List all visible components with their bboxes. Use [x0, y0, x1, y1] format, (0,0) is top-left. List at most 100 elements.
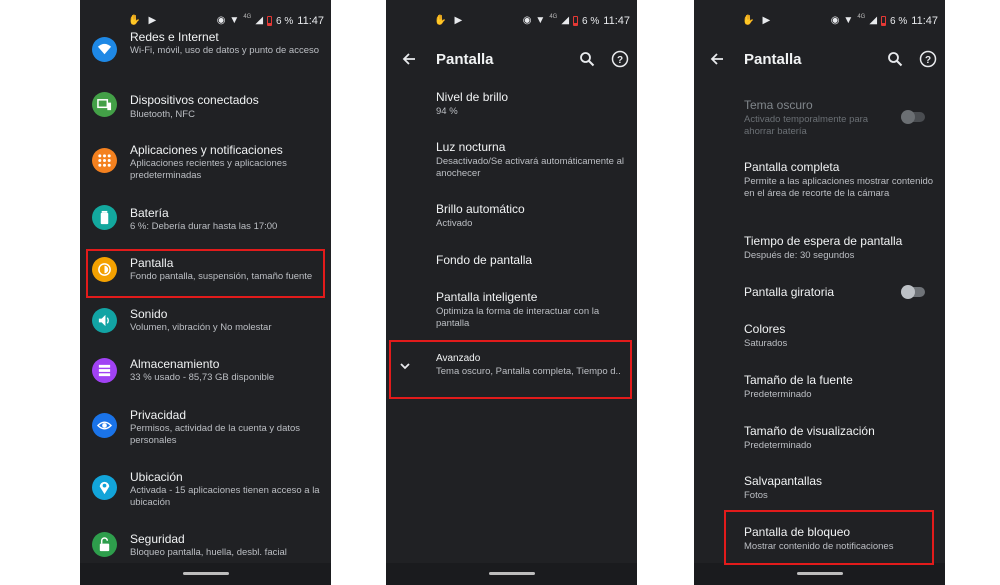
volume-icon: [92, 308, 117, 333]
display-item-title: Luz nocturna: [436, 140, 506, 154]
signal-icon: ◢: [561, 15, 570, 26]
display-item-dark-theme[interactable]: Tema oscuro Activado temporalmente para …: [694, 92, 945, 144]
settings-item-sound[interactable]: Sonido Volumen, vibración y No molestar: [80, 302, 331, 346]
battery-percent: 6 %: [582, 15, 600, 27]
settings-item-title: Ubicación: [130, 470, 183, 484]
settings-item-location[interactable]: Ubicación Activada - 15 aplicaciones tie…: [80, 464, 331, 516]
display-item-screen-timeout[interactable]: Tiempo de espera de pantalla Después de:…: [694, 228, 945, 272]
wifi-status-icon: ▼: [535, 15, 546, 26]
display-item-auto-brightness[interactable]: Brillo automático Activado: [386, 196, 637, 240]
help-icon[interactable]: ?: [917, 48, 939, 70]
dark-theme-toggle[interactable]: [901, 110, 925, 124]
page-title: Pantalla: [744, 51, 802, 68]
network-type: 4G: [549, 14, 558, 20]
settings-item-connected-devices[interactable]: Dispositivos conectados Bluetooth, NFC: [80, 86, 331, 132]
battery-percent: 6 %: [890, 15, 908, 27]
display-item-subtitle: Predeterminado: [744, 389, 812, 400]
display-item-title: Pantalla giratoria: [744, 285, 835, 299]
settings-item-title: Aplicaciones y notificaciones: [130, 143, 283, 157]
status-bar: ✋ ▶ ◉ ▼ 4G ◢ 6 % 11:47: [694, 0, 945, 42]
storage-icon: [92, 358, 117, 383]
settings-item-subtitle: Bloqueo pantalla, huella, desbl. facial: [130, 547, 287, 558]
signal-icon: ◢: [255, 15, 264, 26]
highlight-box-display: [86, 249, 325, 298]
eye-status-icon: ◉: [522, 15, 532, 26]
settings-item-title: Dispositivos conectados: [130, 93, 259, 107]
display-item-title: Salvapantallas: [744, 474, 823, 488]
highlight-box-advanced: [389, 340, 632, 399]
display-item-subtitle: Saturados: [744, 338, 788, 349]
display-item-screen-saver[interactable]: Salvapantallas Fotos: [694, 467, 945, 511]
battery-status-icon: [267, 16, 273, 26]
display-item-display-size[interactable]: Tamaño de visualización Predeterminado: [694, 417, 945, 461]
help-icon[interactable]: ?: [609, 48, 631, 70]
eye-icon: [92, 413, 117, 438]
settings-item-subtitle: Aplicaciones recientes y aplicaciones pr…: [130, 158, 287, 181]
navigation-bar: [80, 563, 331, 585]
back-arrow-icon[interactable]: [398, 48, 420, 70]
play-store-icon: ▶: [762, 15, 771, 26]
app-bar: Pantalla ?: [386, 42, 637, 76]
signal-icon: ◢: [869, 15, 878, 26]
home-gesture-bar[interactable]: [488, 572, 535, 575]
settings-item-subtitle: Wi-Fi, móvil, uso de datos y punto de ac…: [130, 45, 320, 56]
display-item-subtitle: Optimiza la forma de interactuar con la …: [436, 306, 600, 329]
search-icon[interactable]: [576, 48, 598, 70]
home-gesture-bar[interactable]: [796, 572, 843, 575]
settings-item-storage[interactable]: Almacenamiento 33 % usado - 85,73 GB dis…: [80, 352, 331, 396]
home-gesture-bar[interactable]: [182, 572, 229, 575]
display-item-title: Tamaño de la fuente: [744, 373, 853, 387]
settings-item-subtitle: 33 % usado - 85,73 GB disponible: [130, 372, 275, 383]
display-item-full-screen[interactable]: Pantalla completa Permite a las aplicaci…: [694, 154, 945, 218]
search-icon[interactable]: [884, 48, 906, 70]
navigation-bar: [694, 563, 945, 585]
settings-item-title: Privacidad: [130, 408, 187, 422]
play-store-icon: ▶: [454, 15, 463, 26]
wifi-status-icon: ▼: [229, 15, 240, 26]
battery-status-icon: [881, 16, 887, 26]
display-item-subtitle: Predeterminado: [744, 440, 812, 451]
network-type: 4G: [243, 14, 252, 20]
eye-status-icon: ◉: [830, 15, 840, 26]
phone-display-advanced: ✋ ▶ ◉ ▼ 4G ◢ 6 % 11:47 Pantalla ? Tema o…: [694, 0, 945, 585]
display-item-night-light[interactable]: Luz nocturna Desactivado/Se activará aut…: [386, 134, 637, 190]
highlight-box-lock-screen: [724, 510, 934, 565]
settings-item-privacy[interactable]: Privacidad Permisos, actividad de la cue…: [80, 402, 331, 454]
phone-display-settings: ✋ ▶ ◉ ▼ 4G ◢ 6 % 11:47 Pantalla ? Nivel …: [386, 0, 637, 585]
settings-item-subtitle: 6 %: Debería durar hasta las 17:00: [130, 221, 278, 232]
battery-status-icon: [573, 16, 579, 26]
settings-item-title: Sonido: [130, 307, 168, 321]
hand-notification-icon: ✋: [742, 15, 755, 26]
status-bar: ✋ ▶ ◉ ▼ 4G ◢ 6 % 11:47: [386, 0, 637, 42]
wifi-icon: [92, 37, 117, 62]
location-icon: [92, 475, 117, 500]
lock-icon: [92, 532, 117, 557]
battery-icon: [92, 205, 117, 230]
display-item-colors[interactable]: Colores Saturados: [694, 316, 945, 360]
display-item-title: Nivel de brillo: [436, 90, 509, 104]
app-bar: Pantalla ?: [694, 42, 945, 76]
display-item-title: Tiempo de espera de pantalla: [744, 234, 903, 248]
settings-item-network[interactable]: Redes e Internet Wi-Fi, móvil, uso de da…: [80, 28, 331, 74]
settings-item-subtitle: Activada - 15 aplicaciones tienen acceso…: [130, 485, 320, 508]
display-item-font-size[interactable]: Tamaño de la fuente Predeterminado: [694, 366, 945, 410]
auto-rotate-toggle[interactable]: [901, 285, 925, 299]
display-item-subtitle: Fotos: [744, 490, 768, 501]
settings-item-title: Batería: [130, 206, 169, 220]
settings-item-battery[interactable]: Batería 6 %: Debería durar hasta las 17:…: [80, 198, 331, 242]
play-store-icon: ▶: [148, 15, 157, 26]
display-item-title: Tema oscuro: [744, 98, 813, 112]
display-item-brightness-level[interactable]: Nivel de brillo 94 %: [386, 84, 637, 128]
display-item-title: Pantalla inteligente: [436, 290, 538, 304]
display-item-auto-rotate[interactable]: Pantalla giratoria: [694, 278, 945, 314]
display-item-wallpaper[interactable]: Fondo de pantalla: [386, 246, 637, 282]
display-item-title: Brillo automático: [436, 202, 525, 216]
clock: 11:47: [297, 15, 324, 27]
settings-item-title: Redes e Internet: [130, 30, 219, 44]
settings-item-title: Almacenamiento: [130, 357, 220, 371]
settings-item-apps[interactable]: Aplicaciones y notificaciones Aplicacion…: [80, 138, 331, 188]
back-arrow-icon[interactable]: [706, 48, 728, 70]
eye-status-icon: ◉: [216, 15, 226, 26]
display-item-smart-display[interactable]: Pantalla inteligente Optimiza la forma d…: [386, 284, 637, 334]
settings-item-security[interactable]: Seguridad Bloqueo pantalla, huella, desb…: [80, 526, 331, 566]
